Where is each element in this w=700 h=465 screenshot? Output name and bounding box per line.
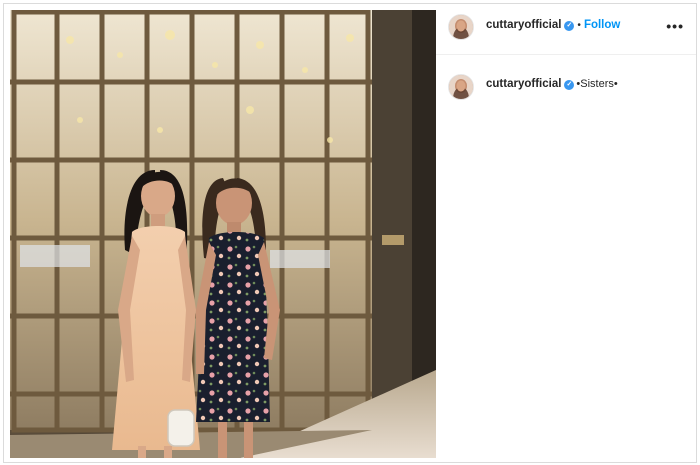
post-header: cuttaryofficial ✓ • Follow ••• xyxy=(436,4,696,55)
username-link[interactable]: cuttaryofficial xyxy=(486,19,561,31)
instagram-post-embed: cuttaryofficial ✓ • Follow ••• cuttaryoffic… xyxy=(3,3,697,463)
post-sidebar: cuttaryofficial ✓ • Follow ••• cuttaryoffic… xyxy=(436,4,696,462)
header-username-row: cuttaryofficial ✓ • Follow xyxy=(486,19,620,31)
caption-row: cuttaryofficial ✓ •Sisters• xyxy=(486,78,618,90)
avatar-image xyxy=(449,75,473,99)
more-options-icon[interactable]: ••• xyxy=(666,18,684,34)
follow-button[interactable]: Follow xyxy=(584,19,620,31)
verified-badge-icon: ✓ xyxy=(564,21,575,31)
caption-text: •Sisters• xyxy=(576,78,618,90)
avatar[interactable] xyxy=(448,14,474,40)
caption-username-link[interactable]: cuttaryofficial xyxy=(486,78,561,90)
verified-badge-icon: ✓ xyxy=(564,80,575,90)
separator-dot: • xyxy=(577,20,581,31)
photo-illustration xyxy=(10,10,436,458)
avatar[interactable] xyxy=(448,74,474,100)
post-photo[interactable] xyxy=(10,10,436,458)
avatar-image xyxy=(449,15,473,39)
